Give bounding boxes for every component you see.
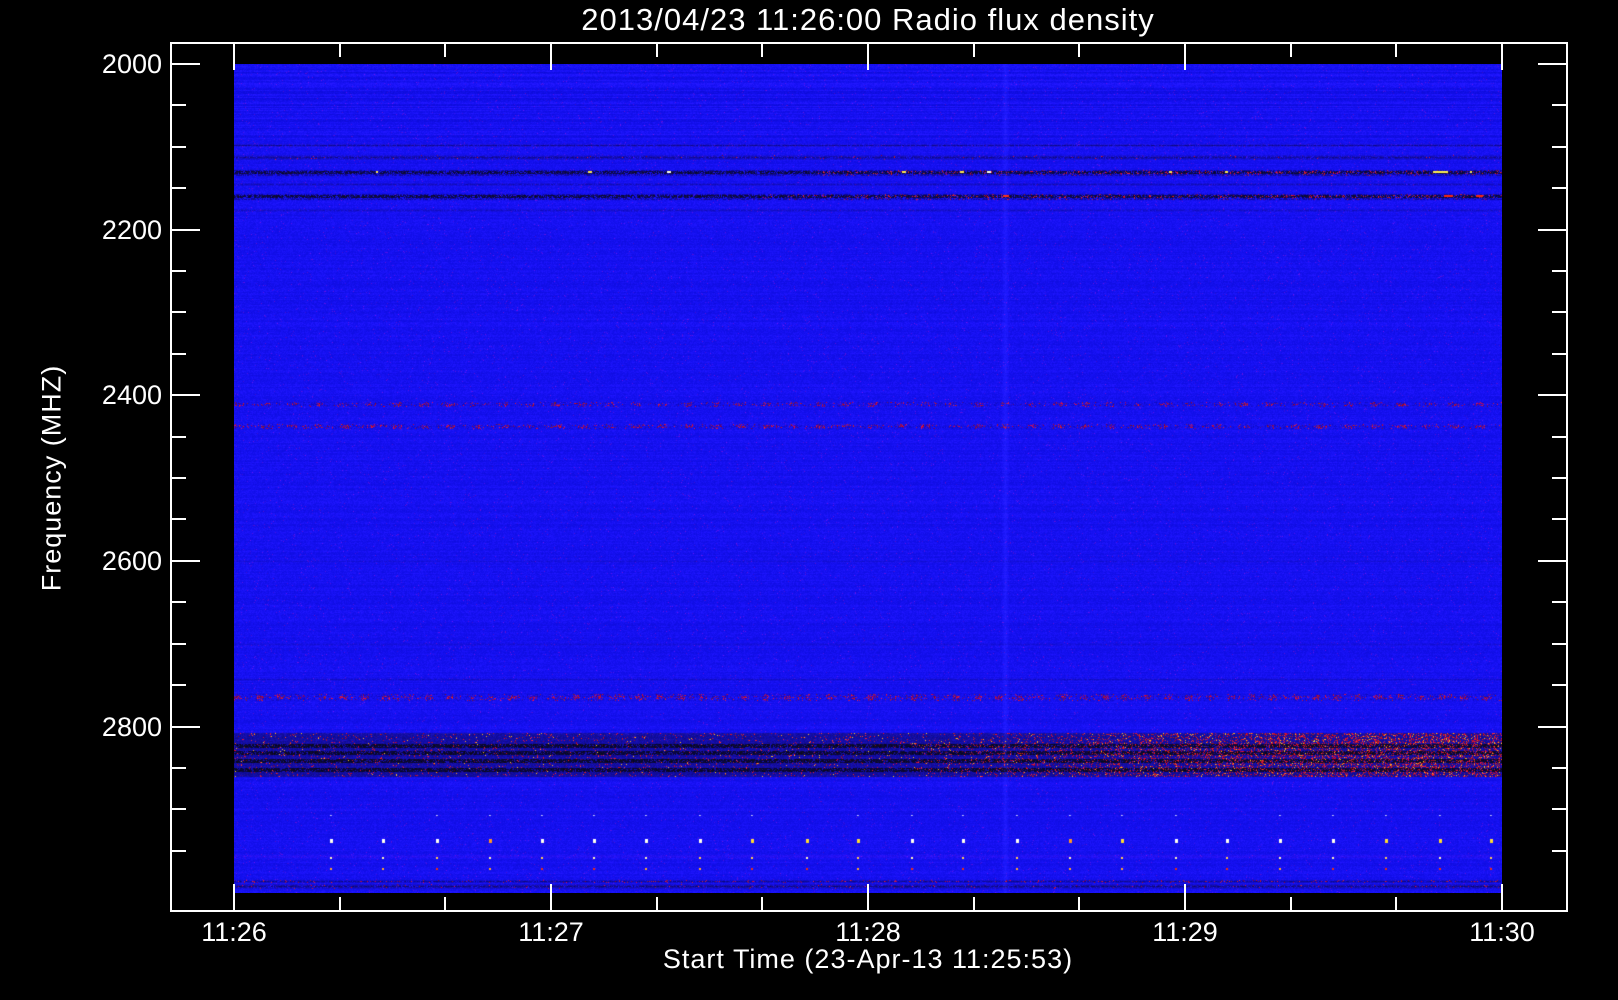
y-right-tick (1552, 601, 1566, 603)
y-left-tick (172, 684, 186, 686)
y-left-tick (172, 229, 200, 231)
y-left-tick (172, 270, 186, 272)
x-bottom-tick (444, 897, 446, 910)
y-left-tick (172, 601, 186, 603)
x-top-tick (1078, 44, 1080, 57)
y-right-tick (1552, 270, 1566, 272)
x-bottom-tick (1395, 897, 1397, 910)
x-bottom-tick (1290, 897, 1292, 910)
x-top-tick (761, 44, 763, 57)
chart-title: 2013/04/23 11:26:00 Radio flux density (581, 2, 1155, 37)
y-right-tick (1538, 726, 1566, 728)
x-axis-title: Start Time (23-Apr-13 11:25:53) (662, 944, 1074, 974)
y-left-tick (172, 767, 186, 769)
y-right-tick (1552, 146, 1566, 148)
y-left-tick (172, 808, 186, 810)
x-bottom-tick (1501, 884, 1503, 910)
y-right-tick (1538, 394, 1566, 396)
y-left-tick (172, 353, 186, 355)
y-tick-label: 2000 (101, 49, 162, 79)
y-right-tick (1538, 229, 1566, 231)
x-top-tick (656, 44, 658, 57)
x-bottom-tick (761, 897, 763, 910)
y-right-tick (1552, 684, 1566, 686)
x-top-tick (867, 44, 869, 70)
y-right-tick (1538, 560, 1566, 562)
y-left-tick (172, 104, 186, 106)
x-top-tick (1501, 44, 1503, 70)
y-right-tick (1538, 63, 1566, 65)
y-left-tick (172, 477, 186, 479)
x-bottom-tick (233, 884, 235, 910)
x-top-tick (339, 44, 341, 57)
y-right-tick (1552, 436, 1566, 438)
y-right-tick (1552, 767, 1566, 769)
x-bottom-tick (550, 884, 552, 910)
y-tick-label: 2200 (101, 214, 162, 245)
x-bottom-tick (656, 897, 658, 910)
y-right-tick (1552, 518, 1566, 520)
y-right-tick (1552, 850, 1566, 852)
y-right-tick (1552, 104, 1566, 106)
y-left-tick (172, 560, 200, 562)
y-left-tick (172, 643, 186, 645)
x-bottom-tick (973, 897, 975, 910)
y-left-tick (172, 311, 186, 313)
y-left-tick (172, 146, 186, 148)
y-left-tick (172, 436, 186, 438)
x-top-tick (444, 44, 446, 57)
x-top-tick (1290, 44, 1292, 57)
y-left-tick (172, 850, 186, 852)
x-bottom-tick (867, 884, 869, 910)
y-right-tick (1552, 187, 1566, 189)
y-left-tick (172, 63, 200, 65)
y-right-tick (1552, 477, 1566, 479)
x-top-tick (1395, 44, 1397, 57)
y-left-tick (172, 518, 186, 520)
y-right-tick (1552, 643, 1566, 645)
y-right-tick (1552, 311, 1566, 313)
x-top-tick (973, 44, 975, 57)
x-top-tick (1184, 44, 1186, 70)
y-right-tick (1552, 808, 1566, 810)
x-top-tick (233, 44, 235, 70)
y-left-tick (172, 394, 200, 396)
spectrogram-heatmap (234, 64, 1502, 893)
x-bottom-tick (339, 897, 341, 910)
y-axis-title: Frequency (MHZ) (36, 364, 67, 592)
radio-flux-density-plot: 2013/04/23 11:26:00 Radio flux density 1… (0, 0, 1618, 1000)
x-top-tick (550, 44, 552, 70)
y-right-tick (1552, 353, 1566, 355)
y-tick-label: 2800 (101, 711, 162, 742)
x-bottom-tick (1078, 897, 1080, 910)
y-left-tick (172, 726, 200, 728)
x-bottom-tick (1184, 884, 1186, 910)
y-left-tick (172, 187, 186, 189)
